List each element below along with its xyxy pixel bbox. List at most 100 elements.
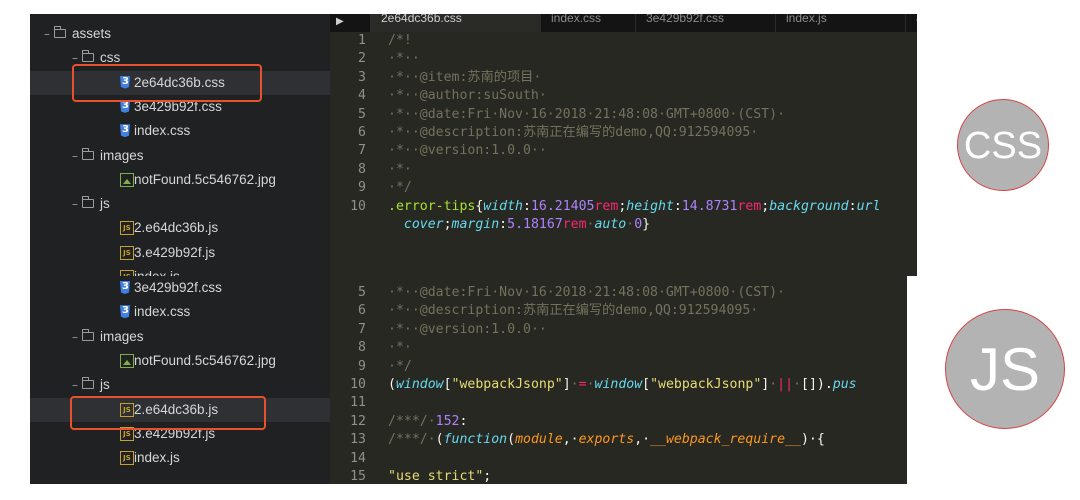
collapse-toggle-icon[interactable]: – bbox=[72, 144, 78, 168]
code-token: rem bbox=[562, 217, 587, 232]
tree-item-label: js bbox=[100, 196, 110, 212]
tab-bar: ▶ 2e64dc36b.css index.css 3e429b92f.css ind… bbox=[330, 14, 917, 32]
tree-folder-js[interactable]: – js bbox=[30, 373, 330, 397]
editor-tab[interactable]: index.js bbox=[775, 14, 905, 32]
tree-file[interactable]: JSindex.js bbox=[30, 265, 330, 276]
collapse-toggle-icon[interactable]: – bbox=[44, 22, 50, 46]
line-number: 5 bbox=[358, 285, 366, 300]
code-token: "webpackJsonp" bbox=[650, 377, 762, 392]
folder-icon bbox=[82, 328, 94, 341]
tree-file[interactable]: JS 2.e64dc36b.js bbox=[30, 216, 330, 240]
file-tree-sidebar: –assets–css2e64dc36b.css3e429b92f.cssind… bbox=[30, 14, 330, 276]
editor-tab[interactable]: index.css bbox=[540, 14, 635, 32]
collapse-toggle-icon[interactable]: – bbox=[72, 373, 78, 397]
tree-folder-images[interactable]: – images bbox=[30, 325, 330, 349]
tree-file[interactable]: JSindex.js bbox=[30, 446, 330, 470]
line-number: 6 bbox=[358, 125, 366, 140]
folder-icon bbox=[82, 147, 94, 160]
code-token: rem bbox=[594, 198, 619, 214]
code-line[interactable]: 7 ·*··@version:1.0.0·· bbox=[330, 321, 907, 339]
js-badge: JS bbox=[945, 309, 1065, 429]
tree-item-label: index.css bbox=[134, 123, 191, 139]
code-line[interactable]: cover;margin:5.18167rem·auto·0} bbox=[330, 216, 917, 234]
code-text: /***/·152: bbox=[388, 413, 467, 431]
tree-folder-js[interactable]: – js bbox=[30, 192, 330, 216]
code-line[interactable]: 8 ·*· bbox=[330, 339, 907, 357]
code-line[interactable]: 14 bbox=[330, 450, 907, 468]
code-line[interactable]: 5 ·*··@date:Fri·Nov·16·2018·21:48:08·GMT+… bbox=[330, 106, 917, 124]
code-token: ·*· bbox=[388, 340, 412, 356]
code-token: · bbox=[769, 377, 778, 392]
code-token: ·*··@version:1.0.0·· bbox=[388, 321, 547, 337]
tree-file[interactable]: index.css bbox=[30, 119, 330, 143]
code-token: ·*/ bbox=[388, 180, 412, 196]
code-line[interactable]: 13/***/·(function(module,·exports,·__web… bbox=[330, 431, 907, 449]
play-icon[interactable]: ▶ bbox=[336, 16, 344, 27]
tree-file[interactable]: JS 3.e429b92f.js bbox=[30, 241, 330, 265]
editor-tab[interactable]: ass bbox=[905, 14, 917, 32]
code-line[interactable]: 9 ·*/ bbox=[330, 179, 917, 197]
tree-folder-images[interactable]: – images bbox=[30, 144, 330, 168]
code-line[interactable]: 7 ·*··@version:1.0.0·· bbox=[330, 142, 917, 160]
code-line[interactable]: 5 ·*··@date:Fri·Nov·16·2018·21:48:08·GMT+… bbox=[330, 284, 907, 302]
css-badge: CSS bbox=[957, 99, 1049, 191]
editor-tab[interactable]: 2e64dc36b.css bbox=[370, 14, 540, 32]
code-token: : bbox=[459, 413, 468, 429]
code-token: ·*··@date:Fri·Nov·16·2018·21:48:08·GMT+0… bbox=[388, 106, 785, 122]
code-line[interactable]: 12 /***/·152: bbox=[330, 413, 907, 431]
code-line[interactable]: 8 ·*· bbox=[330, 161, 917, 179]
collapse-toggle-icon[interactable]: – bbox=[72, 325, 78, 349]
tree-file[interactable]: index.css bbox=[30, 300, 330, 324]
folder-icon bbox=[54, 26, 66, 38]
tree-file[interactable]: 3e429b92f.css bbox=[30, 276, 330, 300]
code-line[interactable]: 9 ·*/ bbox=[330, 358, 907, 376]
code-token: : bbox=[673, 198, 682, 214]
code-line[interactable]: 4 ·*··@author:suSouth· bbox=[330, 87, 917, 105]
code-token: ( bbox=[435, 432, 444, 448]
code-token: 14.8731 bbox=[681, 198, 738, 214]
code-token: · bbox=[586, 377, 595, 392]
code-token: module bbox=[515, 432, 563, 448]
code-line[interactable]: 1 /*! bbox=[330, 32, 917, 50]
code-token: ( bbox=[507, 432, 516, 448]
file-tree-sidebar: 3e429b92f.css index.css – images notFound.5c… bbox=[30, 276, 330, 484]
code-token: ,· bbox=[562, 432, 579, 448]
code-text: (window["webpackJsonp"]·=·window["webpac… bbox=[388, 376, 857, 394]
code-editor[interactable]: 5 ·*··@date:Fri·Nov·16·2018·21:48:08·GMT+… bbox=[330, 276, 907, 484]
tree-file[interactable]: notFound.5c546762.jpg bbox=[30, 168, 330, 192]
tree-item-label: assets bbox=[72, 26, 112, 41]
code-text: ·*/ bbox=[388, 179, 412, 197]
code-token: ·*· bbox=[388, 161, 412, 177]
tree-item-label: index.css bbox=[134, 304, 191, 320]
code-editor[interactable]: 1 /*! 2 ·*·· 3 ·*··@item:苏南的项目· 4 ·*··@author:s… bbox=[330, 32, 917, 276]
code-token: ; bbox=[443, 217, 452, 232]
code-line[interactable]: 6 ·*··@description:苏南正在编写的demo,QQ:9125940… bbox=[330, 302, 907, 320]
line-number: 1 bbox=[358, 33, 366, 48]
line-number: 14 bbox=[350, 450, 366, 466]
code-line[interactable]: 10 .error-tips{width:16.21405rem;height:1… bbox=[330, 198, 917, 216]
editor-tab[interactable]: 3e429b92f.css bbox=[635, 14, 775, 32]
code-line[interactable]: 3 ·*··@item:苏南的项目· bbox=[330, 69, 917, 87]
code-text: /*! bbox=[388, 32, 412, 50]
code-text: ·*··@description:苏南正在编写的demo,QQ:91259409… bbox=[388, 302, 758, 320]
line-number: 7 bbox=[358, 321, 366, 337]
code-line[interactable]: 2 ·*·· bbox=[330, 50, 917, 68]
code-line[interactable]: 11 bbox=[330, 394, 907, 412]
code-token: __webpack_require__ bbox=[650, 432, 801, 448]
line-number: 10 bbox=[350, 198, 366, 214]
code-token: "use strict" bbox=[388, 469, 484, 484]
code-token: height bbox=[626, 198, 674, 214]
tree-file[interactable]: notFound.5c546762.jpg bbox=[30, 349, 330, 373]
line-number: 8 bbox=[358, 161, 366, 177]
code-token: : bbox=[499, 217, 508, 232]
line-number: 10 bbox=[350, 377, 366, 392]
code-line[interactable]: 15 "use strict"; bbox=[330, 468, 907, 484]
code-token: ·*··@item:苏南的项目· bbox=[388, 69, 542, 85]
tree-folder-assets[interactable]: – assets bbox=[30, 22, 330, 46]
code-line[interactable]: 10 (window["webpackJsonp"]·=·window["webp… bbox=[330, 376, 907, 394]
collapse-toggle-icon[interactable]: – bbox=[72, 192, 78, 216]
code-token: )·{ bbox=[800, 432, 825, 448]
code-token: || bbox=[777, 377, 794, 392]
code-line[interactable]: 6 ·*··@description:苏南正在编写的demo,QQ:9125940… bbox=[330, 124, 917, 142]
editor-window-css: –assets–css2e64dc36b.css3e429b92f.cssind… bbox=[30, 14, 917, 276]
